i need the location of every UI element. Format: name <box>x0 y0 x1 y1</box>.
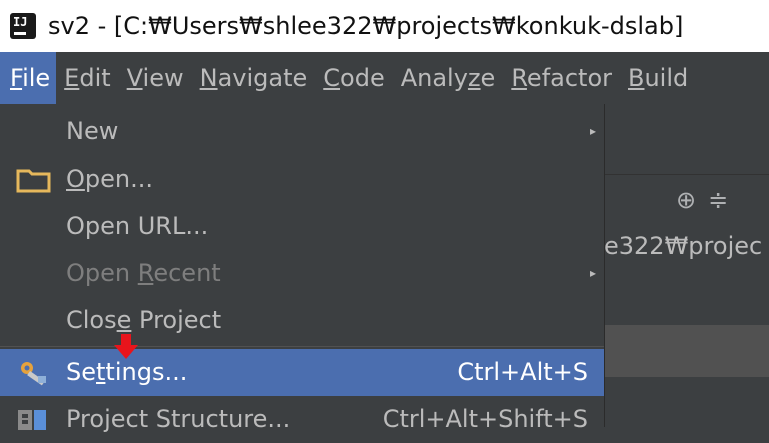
menu-item-settings-pre: Se <box>66 358 96 386</box>
menu-item-project-structure[interactable]: Project Structure... Ctrl+Alt+Shift+S <box>0 396 604 443</box>
menu-item-close-project-pre: Clos <box>66 306 117 334</box>
menu-item-settings-rest: tings... <box>105 358 188 386</box>
menu-view-mnemonic: V <box>126 64 143 92</box>
menu-code-rest: ode <box>340 64 385 92</box>
menu-build[interactable]: Build <box>620 52 696 104</box>
title-bar: IJ sv2 - [C:₩Users₩shlee322₩projects₩kon… <box>0 0 769 52</box>
menu-refactor-rest: efactor <box>526 64 612 92</box>
menu-analyze-rest: e <box>480 64 496 92</box>
project-panel-header: ⊕ ≑ <box>604 174 769 225</box>
menu-item-close-project[interactable]: Close Project <box>0 297 604 344</box>
menu-item-project-structure-label: Project Structure... <box>66 405 291 433</box>
menu-item-open-url[interactable]: Open URL... <box>0 203 604 250</box>
menu-item-open[interactable]: Open... <box>0 156 604 203</box>
background-toolbar <box>604 104 769 174</box>
project-structure-icon <box>18 410 46 430</box>
menu-analyze-mnemonic: z <box>467 64 481 92</box>
menu-file-mnemonic: F <box>10 64 23 92</box>
menu-view-rest: iew <box>142 64 184 92</box>
background-selected-row <box>604 325 769 377</box>
menu-item-close-project-mnemonic: e <box>116 306 132 334</box>
menu-item-settings-shortcut: Ctrl+Alt+S <box>457 358 588 386</box>
menu-navigate-mnemonic: N <box>199 64 218 92</box>
menu-item-new-label: New <box>66 117 119 145</box>
menu-item-project-structure-shortcut: Ctrl+Alt+Shift+S <box>382 405 588 433</box>
menu-item-open-recent-pre: Open <box>66 259 138 287</box>
menu-item-open-recent-rest: ecent <box>153 259 221 287</box>
folder-icon <box>16 169 51 193</box>
menu-item-close-project-label: Close Project <box>66 297 221 344</box>
menu-view[interactable]: View <box>119 52 192 104</box>
locate-target-icon[interactable]: ⊕ <box>676 186 696 214</box>
submenu-arrow-icon: ▸ <box>589 124 596 138</box>
file-menu-dropdown: New ▸ Open... Open URL... Open Recent ▸ … <box>0 104 605 433</box>
red-pointer-arrow-icon <box>114 334 138 359</box>
project-path-fragment: e322₩projec <box>604 232 763 260</box>
menu-item-open-recent-mnemonic: R <box>137 259 154 287</box>
menu-edit-mnemonic: E <box>64 64 80 92</box>
menu-analyze-pre: Analy <box>400 64 468 92</box>
menu-separator <box>0 346 604 347</box>
collapse-all-icon[interactable]: ≑ <box>708 186 728 214</box>
menu-file-rest: ile <box>22 64 51 92</box>
menu-refactor-mnemonic: R <box>511 64 527 92</box>
menu-bar: File Edit View Navigate Code Analyze Ref… <box>0 52 769 104</box>
submenu-arrow-icon: ▸ <box>589 266 596 280</box>
menu-navigate[interactable]: Navigate <box>192 52 316 104</box>
menu-code[interactable]: Code <box>315 52 392 104</box>
menu-file[interactable]: File <box>0 52 57 104</box>
menu-edit[interactable]: Edit <box>56 52 118 104</box>
menu-item-open-url-label: Open URL... <box>66 212 209 240</box>
menu-edit-rest: dit <box>79 64 111 92</box>
menu-item-settings[interactable]: Settings... Ctrl+Alt+S <box>0 349 604 396</box>
menu-build-rest: uild <box>644 64 689 92</box>
menu-item-settings-mnemonic: t <box>96 358 106 386</box>
menu-code-mnemonic: C <box>323 64 341 92</box>
settings-wrench-icon <box>21 362 46 386</box>
menu-item-open-recent: Open Recent ▸ <box>0 250 604 297</box>
menu-item-open-mnemonic: O <box>66 165 85 193</box>
menu-navigate-rest: avigate <box>217 64 308 92</box>
menu-item-open-rest: pen... <box>84 165 153 193</box>
menu-item-new[interactable]: New ▸ <box>0 108 604 155</box>
window-title: sv2 - [C:₩Users₩shlee322₩projects₩konkuk… <box>48 12 684 40</box>
menu-build-mnemonic: B <box>628 64 645 92</box>
intellij-app-icon: IJ <box>6 9 40 43</box>
menu-refactor[interactable]: Refactor <box>503 52 620 104</box>
menu-item-open-recent-label: Open Recent <box>66 250 221 297</box>
menu-item-close-project-rest: Project <box>131 306 222 334</box>
menu-analyze[interactable]: Analyze <box>393 52 504 104</box>
menu-item-open-label: Open... <box>66 156 153 203</box>
